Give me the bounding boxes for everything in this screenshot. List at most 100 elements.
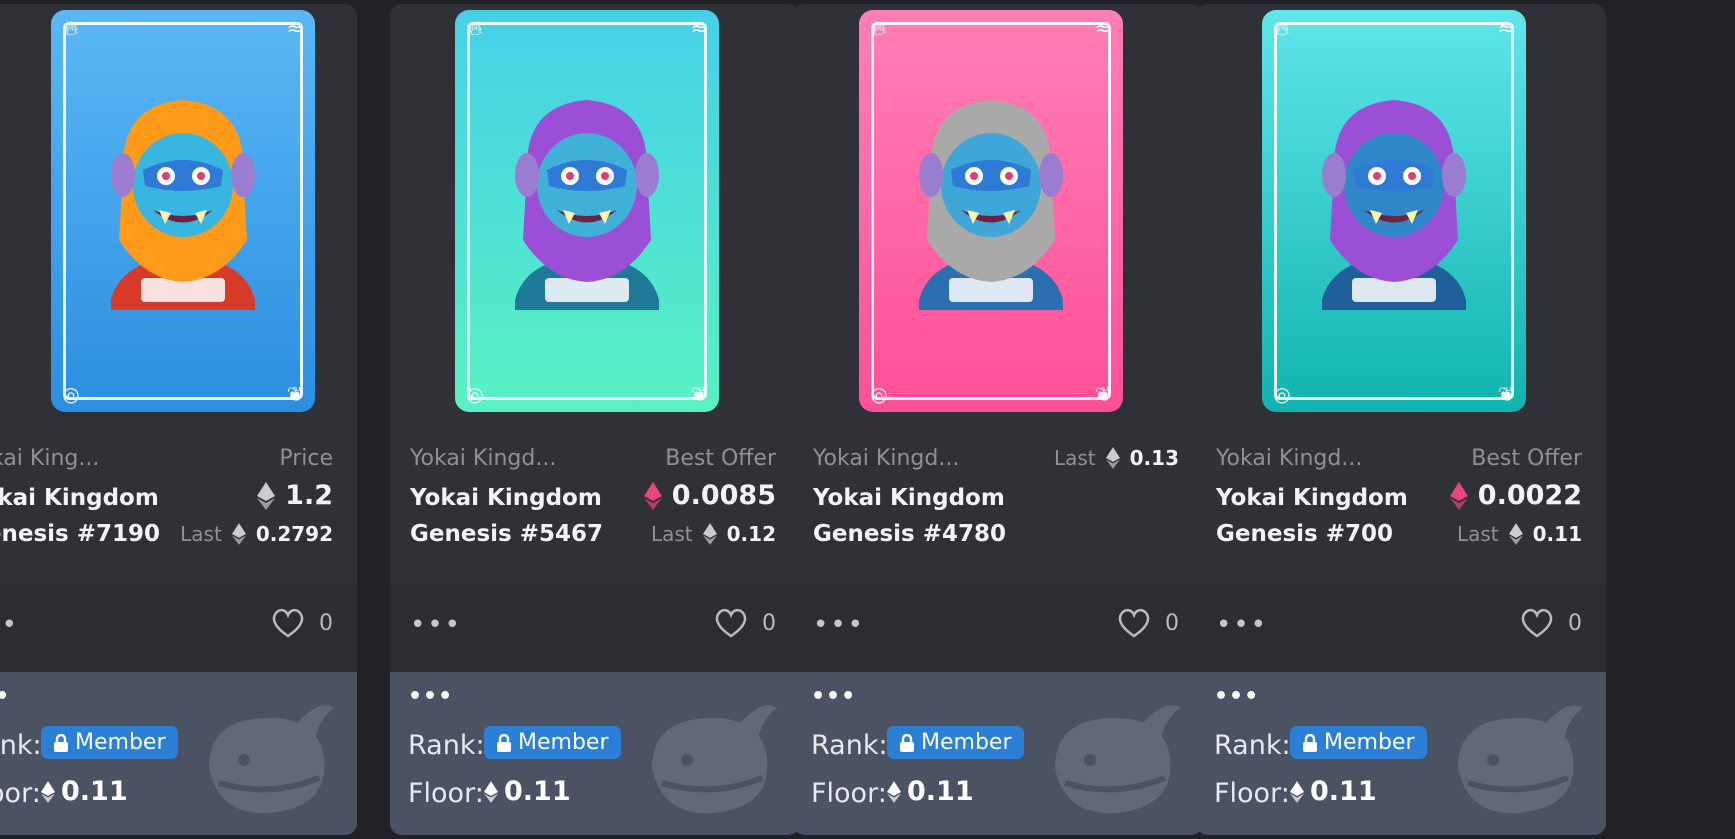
nft-info: Yokai King... Yokai Kingdom Genesis #719… bbox=[0, 436, 357, 584]
like-button[interactable]: 0 bbox=[714, 608, 776, 638]
nft-artwork: 🔥︎ ≈ ◎ ❦ bbox=[51, 10, 315, 412]
extension-panel: ••• Rank: Member Floor: 0.11 bbox=[793, 672, 1203, 835]
whale-icon bbox=[1458, 705, 1583, 814]
floor-label: Floor: bbox=[408, 778, 484, 809]
like-button[interactable]: 0 bbox=[1117, 608, 1179, 638]
nft-card[interactable]: 🔥︎ ≈ ◎ ❦ Yokai Kingd... Yokai Kingdom Ge… bbox=[793, 4, 1203, 835]
nft-card[interactable]: 🔥︎ ≈ ◎ ❦ Yokai King... Yokai Kingdom Gen… bbox=[0, 4, 357, 835]
floor-value: 0.11 bbox=[887, 776, 974, 807]
ethereum-icon bbox=[643, 481, 662, 510]
rank-label: Rank: bbox=[811, 730, 888, 761]
nft-card[interactable]: 🔥︎ ≈ ◎ ❦ Yokai Kingd... Yokai Kingdom Ge… bbox=[390, 4, 800, 835]
price-label: Best Offer bbox=[1471, 446, 1582, 471]
like-button[interactable]: 0 bbox=[1520, 608, 1582, 638]
ethereum-icon bbox=[257, 481, 276, 510]
price-label: Price bbox=[279, 446, 333, 471]
ethereum-icon bbox=[1508, 523, 1523, 545]
collection-name[interactable]: Yokai Kingd... bbox=[813, 446, 959, 471]
whale-icon bbox=[1055, 705, 1180, 814]
nft-artwork: 🔥︎ ≈ ◎ ❦ bbox=[1262, 10, 1526, 412]
extension-more-button[interactable]: ••• bbox=[811, 684, 856, 709]
ethereum-icon bbox=[41, 780, 55, 803]
floor-label: Floor: bbox=[1214, 778, 1290, 809]
leaf-icon: ❦ bbox=[1497, 382, 1515, 406]
more-options-button[interactable]: ••• bbox=[813, 610, 865, 640]
leaf-icon: ❦ bbox=[286, 382, 304, 406]
rank-label: Rank: bbox=[1214, 730, 1291, 761]
more-options-button[interactable]: ••• bbox=[410, 610, 462, 640]
leaf-icon: ❦ bbox=[690, 382, 708, 406]
extension-panel: ••• Rank: Member Floor: 0.11 bbox=[1196, 672, 1606, 835]
collection-name[interactable]: Yokai Kingd... bbox=[1216, 446, 1362, 471]
rank-badge[interactable]: Member bbox=[41, 726, 178, 759]
collection-name[interactable]: Yokai King... bbox=[0, 446, 99, 471]
card-frame bbox=[63, 22, 303, 400]
nft-image[interactable]: 🔥︎ ≈ ◎ ❦ bbox=[1262, 10, 1526, 412]
extension-more-button[interactable]: ••• bbox=[1214, 684, 1259, 709]
nft-info: Yokai Kingd... Yokai Kingdom Genesis #70… bbox=[1196, 436, 1606, 584]
last-sale: Last 0.11 bbox=[1456, 522, 1582, 546]
card-actions: ••• 0 bbox=[793, 584, 1203, 672]
whale-icon bbox=[209, 705, 334, 814]
last-sale: Last 0.12 bbox=[650, 522, 776, 546]
rank-badge[interactable]: Member bbox=[1290, 726, 1427, 759]
ethereum-icon bbox=[231, 523, 246, 545]
last-sale: Last 0.13 bbox=[1053, 446, 1179, 470]
nft-artwork: 🔥︎ ≈ ◎ ❦ bbox=[455, 10, 719, 412]
rank-badge[interactable]: Member bbox=[484, 726, 621, 759]
like-count: 0 bbox=[1165, 610, 1179, 636]
nft-name[interactable]: Yokai Kingdom Genesis #700 bbox=[1216, 480, 1436, 552]
like-button[interactable]: 0 bbox=[271, 608, 333, 638]
like-count: 0 bbox=[1568, 610, 1582, 636]
floor-label: Floor: bbox=[0, 778, 41, 809]
fire-icon: 🔥︎ bbox=[63, 16, 79, 40]
card-actions: ••• 0 bbox=[0, 584, 357, 672]
nft-info: Yokai Kingd... Yokai Kingdom Genesis #54… bbox=[390, 436, 800, 584]
water-icon: ≈ bbox=[1497, 16, 1515, 40]
lock-icon bbox=[54, 733, 68, 752]
nft-name[interactable]: Yokai Kingdom Genesis #5467 bbox=[410, 480, 630, 552]
nft-card[interactable]: 🔥︎ ≈ ◎ ❦ Yokai Kingd... Yokai Kingdom Ge… bbox=[1196, 4, 1606, 835]
ethereum-icon bbox=[887, 780, 901, 803]
water-icon: ≈ bbox=[1094, 16, 1112, 40]
like-count: 0 bbox=[319, 610, 333, 636]
lock-icon bbox=[1303, 733, 1317, 752]
price-value: 0.0085 bbox=[643, 480, 776, 511]
rank-label: Rank: bbox=[0, 730, 42, 761]
last-sale: Last 0.2792 bbox=[180, 522, 333, 546]
heart-icon bbox=[715, 608, 747, 638]
ethereum-icon bbox=[702, 523, 717, 545]
nft-info: Yokai Kingd... Yokai Kingdom Genesis #47… bbox=[793, 436, 1203, 584]
nft-image[interactable]: 🔥︎ ≈ ◎ ❦ bbox=[51, 10, 315, 412]
card-frame bbox=[467, 22, 707, 400]
whale-icon bbox=[652, 705, 777, 814]
water-icon: ≈ bbox=[690, 16, 708, 40]
nft-image[interactable]: 🔥︎ ≈ ◎ ❦ bbox=[859, 10, 1123, 412]
floor-value: 0.11 bbox=[484, 776, 571, 807]
card-frame bbox=[871, 22, 1111, 400]
leaf-icon: ❦ bbox=[1094, 382, 1112, 406]
rank-badge[interactable]: Member bbox=[887, 726, 1024, 759]
extension-more-button[interactable]: ••• bbox=[0, 684, 10, 709]
ethereum-icon bbox=[484, 780, 498, 803]
wind-icon: ◎ bbox=[62, 382, 80, 406]
nft-name[interactable]: Yokai Kingdom Genesis #7190 bbox=[0, 480, 187, 552]
nft-image[interactable]: 🔥︎ ≈ ◎ ❦ bbox=[455, 10, 719, 412]
heart-icon bbox=[272, 608, 304, 638]
fire-icon: 🔥︎ bbox=[1274, 16, 1290, 40]
like-count: 0 bbox=[762, 610, 776, 636]
floor-label: Floor: bbox=[811, 778, 887, 809]
price-value: 0.0022 bbox=[1449, 480, 1582, 511]
collection-name[interactable]: Yokai Kingd... bbox=[410, 446, 556, 471]
wind-icon: ◎ bbox=[1273, 382, 1291, 406]
ethereum-icon bbox=[1105, 447, 1120, 469]
fire-icon: 🔥︎ bbox=[467, 16, 483, 40]
water-icon: ≈ bbox=[286, 16, 304, 40]
more-options-button[interactable]: ••• bbox=[0, 610, 19, 640]
rank-label: Rank: bbox=[408, 730, 485, 761]
nft-artwork: 🔥︎ ≈ ◎ ❦ bbox=[859, 10, 1123, 412]
more-options-button[interactable]: ••• bbox=[1216, 610, 1268, 640]
nft-name[interactable]: Yokai Kingdom Genesis #4780 bbox=[813, 480, 1033, 552]
floor-value: 0.11 bbox=[41, 776, 128, 807]
extension-more-button[interactable]: ••• bbox=[408, 684, 453, 709]
